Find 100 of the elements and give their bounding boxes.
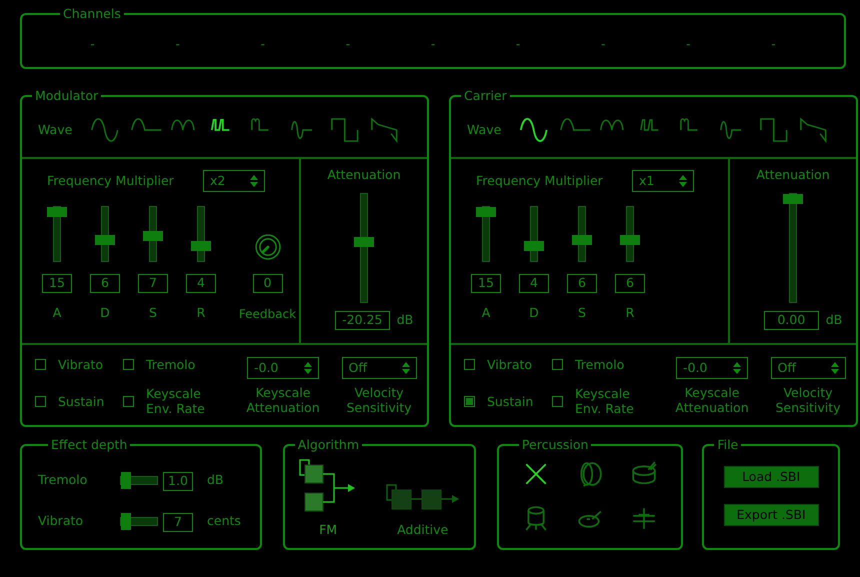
envelope-label: R bbox=[626, 304, 634, 322]
checkbox-label: Keyscale Env. Rate bbox=[575, 386, 635, 416]
envelope-label: D bbox=[100, 304, 110, 322]
value-field[interactable]: 7 bbox=[163, 512, 193, 532]
attenuation-label: Attenuation bbox=[327, 166, 401, 184]
up-down-icon bbox=[304, 362, 312, 374]
feedback-knob[interactable] bbox=[254, 234, 280, 260]
tom-drum-icon[interactable] bbox=[522, 505, 549, 531]
up-down-icon bbox=[679, 175, 687, 187]
channel-indicator: - bbox=[260, 36, 265, 53]
panel-title: Modulator bbox=[34, 89, 100, 103]
file-button[interactable]: Export .SBI bbox=[724, 504, 819, 526]
wave-label: Wave bbox=[38, 120, 74, 139]
dropdown[interactable]: Off bbox=[770, 357, 846, 379]
checkbox[interactable] bbox=[464, 359, 475, 370]
dropdown[interactable]: x1 bbox=[632, 170, 694, 192]
envelope-label: D bbox=[529, 304, 539, 322]
channel-indicator: - bbox=[771, 36, 776, 53]
checkbox[interactable] bbox=[552, 359, 563, 370]
checkbox[interactable] bbox=[35, 359, 46, 370]
envelope-label: S bbox=[578, 304, 586, 322]
effect-label: Vibrato bbox=[38, 512, 84, 530]
slider-thumb[interactable] bbox=[121, 512, 131, 530]
slider-thumb[interactable] bbox=[524, 240, 544, 251]
dropdown-label: Velocity Sensitivity bbox=[345, 385, 413, 415]
checkbox[interactable] bbox=[35, 396, 46, 406]
value-field[interactable]: 4 bbox=[519, 274, 549, 293]
unit-label: dB bbox=[826, 310, 842, 329]
slider-thumb[interactable] bbox=[121, 472, 131, 488]
dropdown-label: Velocity Sensitivity bbox=[774, 385, 842, 415]
slider-thumb[interactable] bbox=[620, 234, 640, 245]
checkbox[interactable] bbox=[123, 396, 134, 406]
dropdown-label: Keyscale Attenuation bbox=[674, 385, 750, 415]
slider-thumb[interactable] bbox=[143, 231, 163, 242]
panel-title: Channels bbox=[62, 7, 122, 21]
cross-icon[interactable] bbox=[522, 461, 549, 487]
channel-indicator: - bbox=[90, 36, 95, 53]
up-down-icon bbox=[733, 362, 741, 374]
panel-title: Effect depth bbox=[50, 438, 128, 452]
panel-title: Algorithm bbox=[296, 438, 360, 452]
checkbox[interactable] bbox=[464, 396, 475, 406]
feedback-label: Feedback bbox=[238, 306, 296, 323]
value-field[interactable]: 15 bbox=[42, 274, 72, 293]
value-field[interactable]: 6 bbox=[615, 274, 645, 293]
algorithm-option[interactable]: FM bbox=[299, 459, 358, 540]
unit-label: cents bbox=[207, 512, 241, 530]
checkbox-label: Tremolo bbox=[146, 357, 196, 372]
attenuation-label: Attenuation bbox=[756, 166, 830, 184]
value-field[interactable]: -20.25 bbox=[334, 310, 390, 330]
channel-indicator: - bbox=[346, 36, 350, 53]
checkbox[interactable] bbox=[123, 359, 134, 370]
unit-label: dB bbox=[396, 310, 414, 329]
channel-indicator: - bbox=[516, 36, 520, 53]
panel-title: Percussion bbox=[520, 438, 590, 452]
algorithm-option[interactable]: Additive bbox=[386, 483, 460, 540]
frequency-multiplier-label: Frequency Multiplier bbox=[47, 172, 175, 190]
dropdown[interactable]: -0.0 bbox=[247, 357, 319, 379]
checkbox[interactable] bbox=[552, 396, 563, 406]
checkbox-label: Sustain bbox=[487, 394, 534, 408]
checkbox-label: Vibrato bbox=[58, 357, 104, 372]
channel-indicator: - bbox=[430, 36, 436, 53]
dropdown-label: Keyscale Attenuation bbox=[245, 385, 321, 415]
check-fill bbox=[466, 398, 473, 404]
envelope-label: S bbox=[149, 304, 157, 322]
slider-thumb[interactable] bbox=[191, 240, 211, 251]
checkbox-label: Tremolo bbox=[575, 357, 626, 372]
snare-drum-icon[interactable] bbox=[631, 461, 658, 487]
slider-thumb[interactable] bbox=[47, 207, 67, 217]
channel-indicator: - bbox=[175, 36, 180, 53]
unit-label: dB bbox=[207, 470, 224, 489]
value-field[interactable]: 15 bbox=[471, 274, 501, 293]
fm-diagram-icon bbox=[299, 459, 358, 514]
effect-label: Tremolo bbox=[38, 470, 88, 489]
checkbox-label: Sustain bbox=[58, 394, 104, 408]
value-field[interactable]: 1.0 bbox=[163, 472, 193, 491]
up-down-icon bbox=[250, 175, 258, 187]
slider-thumb[interactable] bbox=[476, 207, 496, 217]
slider-thumb[interactable] bbox=[783, 194, 803, 204]
value-field[interactable]: 6 bbox=[90, 274, 120, 293]
dropdown[interactable]: -0.0 bbox=[676, 357, 748, 379]
up-down-icon bbox=[402, 362, 410, 374]
wave-label: Wave bbox=[467, 120, 502, 139]
file-button[interactable]: Load .SBI bbox=[724, 466, 819, 488]
channel-indicator: - bbox=[601, 36, 606, 53]
value-field[interactable]: 6 bbox=[567, 274, 597, 293]
up-down-icon bbox=[830, 362, 838, 374]
slider-thumb[interactable] bbox=[572, 234, 592, 245]
value-field[interactable]: 0 bbox=[252, 274, 282, 293]
checkbox-label: Keyscale Env. Rate bbox=[146, 386, 206, 416]
checkbox-label: Vibrato bbox=[487, 357, 532, 372]
value-field[interactable]: 4 bbox=[186, 274, 216, 293]
slider-thumb[interactable] bbox=[95, 234, 115, 245]
panel-title: File bbox=[716, 438, 740, 452]
dropdown[interactable]: x2 bbox=[203, 170, 265, 192]
value-field[interactable]: 7 bbox=[138, 274, 168, 293]
value-field[interactable]: 0.00 bbox=[764, 310, 819, 330]
channel-indicator: - bbox=[686, 36, 690, 53]
dropdown[interactable]: Off bbox=[342, 357, 416, 379]
slider-thumb[interactable] bbox=[354, 236, 374, 247]
envelope-label: A bbox=[52, 304, 62, 322]
